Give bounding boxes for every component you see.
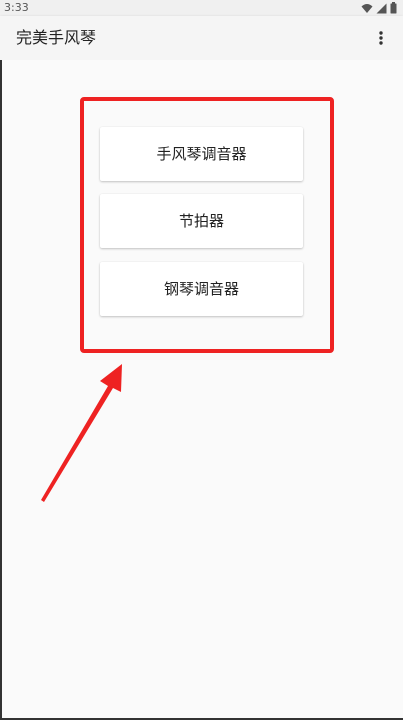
status-icons xyxy=(361,2,397,14)
signal-icon xyxy=(376,3,387,13)
status-time: 3:33 xyxy=(4,1,29,14)
left-edge xyxy=(0,60,2,720)
more-vert-icon xyxy=(379,31,383,45)
status-bar: 3:33 xyxy=(0,0,403,16)
battery-icon xyxy=(390,2,397,14)
overflow-menu-button[interactable] xyxy=(365,22,397,54)
highlight-annotation-box xyxy=(80,97,334,353)
app-title: 完美手风琴 xyxy=(16,28,97,47)
wifi-icon xyxy=(361,3,373,13)
app-bar: 完美手风琴 xyxy=(0,16,403,60)
